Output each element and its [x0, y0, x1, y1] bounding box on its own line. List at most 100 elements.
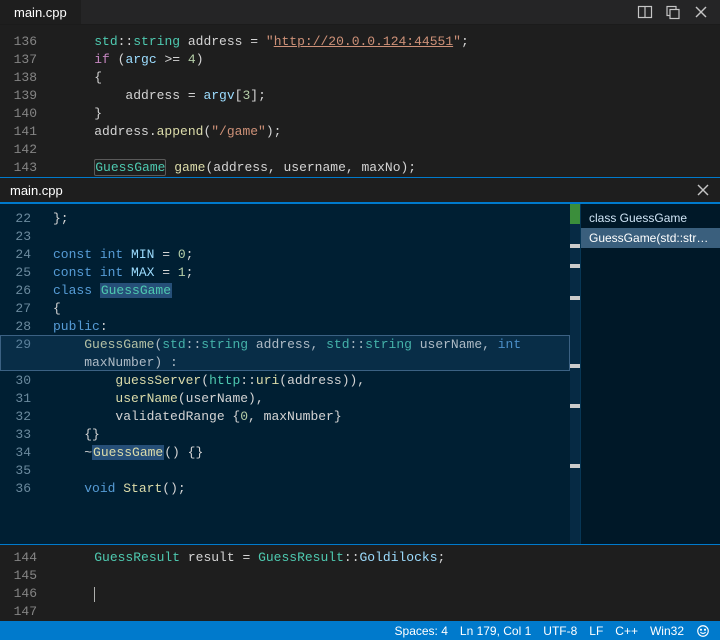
- code-line[interactable]: 147: [0, 603, 720, 621]
- code-content: {: [55, 69, 720, 87]
- line-number: 147: [0, 603, 55, 621]
- code-line[interactable]: 26class GuessGame: [0, 281, 580, 299]
- code-line[interactable]: 139 address = argv[3];: [0, 87, 720, 105]
- peek-reference-item[interactable]: class GuessGame: [581, 208, 720, 228]
- code-line[interactable]: maxNumber) :: [0, 353, 580, 371]
- line-number: 30: [0, 373, 45, 388]
- code-content: GuessGame game(address, username, maxNo)…: [55, 159, 720, 177]
- line-number: 25: [0, 265, 45, 280]
- line-number: 29: [0, 337, 45, 352]
- code-content: std::string address = "http://20.0.0.124…: [55, 33, 720, 51]
- code-content: address = argv[3];: [55, 87, 720, 105]
- status-eol[interactable]: LF: [589, 624, 603, 638]
- line-number: 33: [0, 427, 45, 442]
- code-content: [45, 463, 580, 478]
- code-line[interactable]: 146: [0, 585, 720, 603]
- line-number: 31: [0, 391, 45, 406]
- line-number: 144: [0, 549, 55, 567]
- code-line[interactable]: 136 std::string address = "http://20.0.0…: [0, 33, 720, 51]
- line-number: 34: [0, 445, 45, 460]
- code-line[interactable]: 140 }: [0, 105, 720, 123]
- peek-header: main.cpp: [0, 178, 720, 204]
- code-content: GuessResult result = GuessResult::Goldil…: [55, 549, 720, 567]
- peek-body: 22};23 24const int MIN = 0;25const int M…: [0, 204, 720, 544]
- status-position[interactable]: Ln 179, Col 1: [460, 624, 531, 638]
- file-tab[interactable]: main.cpp: [0, 0, 82, 24]
- code-content: userName(userName),: [45, 391, 580, 406]
- code-line[interactable]: 32 validatedRange {0, maxNumber}: [0, 407, 580, 425]
- code-content: if (argc >= 4): [55, 51, 720, 69]
- tabbar-right: [634, 0, 720, 24]
- peek-view: main.cpp 22};23 24const int MIN = 0;25co…: [0, 177, 720, 545]
- code-content: {: [45, 301, 580, 316]
- editor-upper[interactable]: 136 std::string address = "http://20.0.0…: [0, 25, 720, 177]
- code-content: {}: [45, 427, 580, 442]
- code-line[interactable]: 34 ~GuessGame() {}: [0, 443, 580, 461]
- code-line[interactable]: 137 if (argc >= 4): [0, 51, 720, 69]
- code-line[interactable]: 143 GuessGame game(address, username, ma…: [0, 159, 720, 177]
- line-number: 142: [0, 141, 55, 159]
- code-content: [55, 585, 720, 603]
- statusbar: Spaces: 4 Ln 179, Col 1 UTF-8 LF C++ Win…: [0, 621, 720, 640]
- code-content: const int MIN = 0;: [45, 247, 580, 262]
- line-number: 27: [0, 301, 45, 316]
- peek-editor[interactable]: 22};23 24const int MIN = 0;25const int M…: [0, 204, 580, 544]
- file-tab-label: main.cpp: [14, 5, 67, 20]
- code-line[interactable]: 29 GuessGame(std::string address, std::s…: [0, 335, 580, 353]
- status-config[interactable]: Win32: [650, 624, 684, 638]
- code-line[interactable]: 141 address.append("/game");: [0, 123, 720, 141]
- line-number: 143: [0, 159, 55, 177]
- line-number: 35: [0, 463, 45, 478]
- line-number: 139: [0, 87, 55, 105]
- code-content: const int MAX = 1;: [45, 265, 580, 280]
- more-actions-icon[interactable]: [662, 1, 684, 23]
- status-language[interactable]: C++: [615, 624, 638, 638]
- line-number: 146: [0, 585, 55, 603]
- code-line[interactable]: 35: [0, 461, 580, 479]
- code-content: void Start();: [45, 481, 580, 496]
- code-line[interactable]: 24const int MIN = 0;: [0, 245, 580, 263]
- code-content: GuessGame(std::string address, std::stri…: [45, 337, 580, 352]
- code-line[interactable]: 28public:: [0, 317, 580, 335]
- code-line[interactable]: 27{: [0, 299, 580, 317]
- line-number: 32: [0, 409, 45, 424]
- line-number: 24: [0, 247, 45, 262]
- code-line[interactable]: 142: [0, 141, 720, 159]
- peek-scrollbar[interactable]: [570, 204, 580, 544]
- line-number: 23: [0, 229, 45, 244]
- code-line[interactable]: 138 {: [0, 69, 720, 87]
- peek-title: main.cpp: [10, 183, 63, 198]
- code-line[interactable]: 33 {}: [0, 425, 580, 443]
- code-line[interactable]: 144 GuessResult result = GuessResult::Go…: [0, 549, 720, 567]
- code-content: [45, 229, 580, 244]
- peek-references: class GuessGameGuessGame(std::str…: [580, 204, 720, 544]
- line-number: 22: [0, 211, 45, 226]
- code-line[interactable]: 145: [0, 567, 720, 585]
- split-editor-icon[interactable]: [634, 1, 656, 23]
- peek-close-icon[interactable]: [692, 179, 714, 201]
- line-number: 136: [0, 33, 55, 51]
- code-line[interactable]: 25const int MAX = 1;: [0, 263, 580, 281]
- close-icon[interactable]: [690, 1, 712, 23]
- code-content: };: [45, 211, 580, 226]
- status-spaces[interactable]: Spaces: 4: [395, 624, 448, 638]
- code-content: address.append("/game");: [55, 123, 720, 141]
- code-line[interactable]: 23: [0, 227, 580, 245]
- line-number: 145: [0, 567, 55, 585]
- feedback-icon[interactable]: [696, 624, 710, 638]
- code-content: maxNumber) :: [45, 355, 580, 370]
- code-line[interactable]: 31 userName(userName),: [0, 389, 580, 407]
- code-content: [55, 567, 720, 585]
- status-encoding[interactable]: UTF-8: [543, 624, 577, 638]
- line-number: 140: [0, 105, 55, 123]
- line-number: 137: [0, 51, 55, 69]
- code-line[interactable]: 30 guessServer(http::uri(address)),: [0, 371, 580, 389]
- tabbar: main.cpp: [0, 0, 720, 25]
- code-content: }: [55, 105, 720, 123]
- editor-lower[interactable]: 144 GuessResult result = GuessResult::Go…: [0, 545, 720, 621]
- line-number: 36: [0, 481, 45, 496]
- code-line[interactable]: 36 void Start();: [0, 479, 580, 497]
- peek-reference-item[interactable]: GuessGame(std::str…: [581, 228, 720, 248]
- code-content: ~GuessGame() {}: [45, 445, 580, 460]
- code-line[interactable]: 22};: [0, 209, 580, 227]
